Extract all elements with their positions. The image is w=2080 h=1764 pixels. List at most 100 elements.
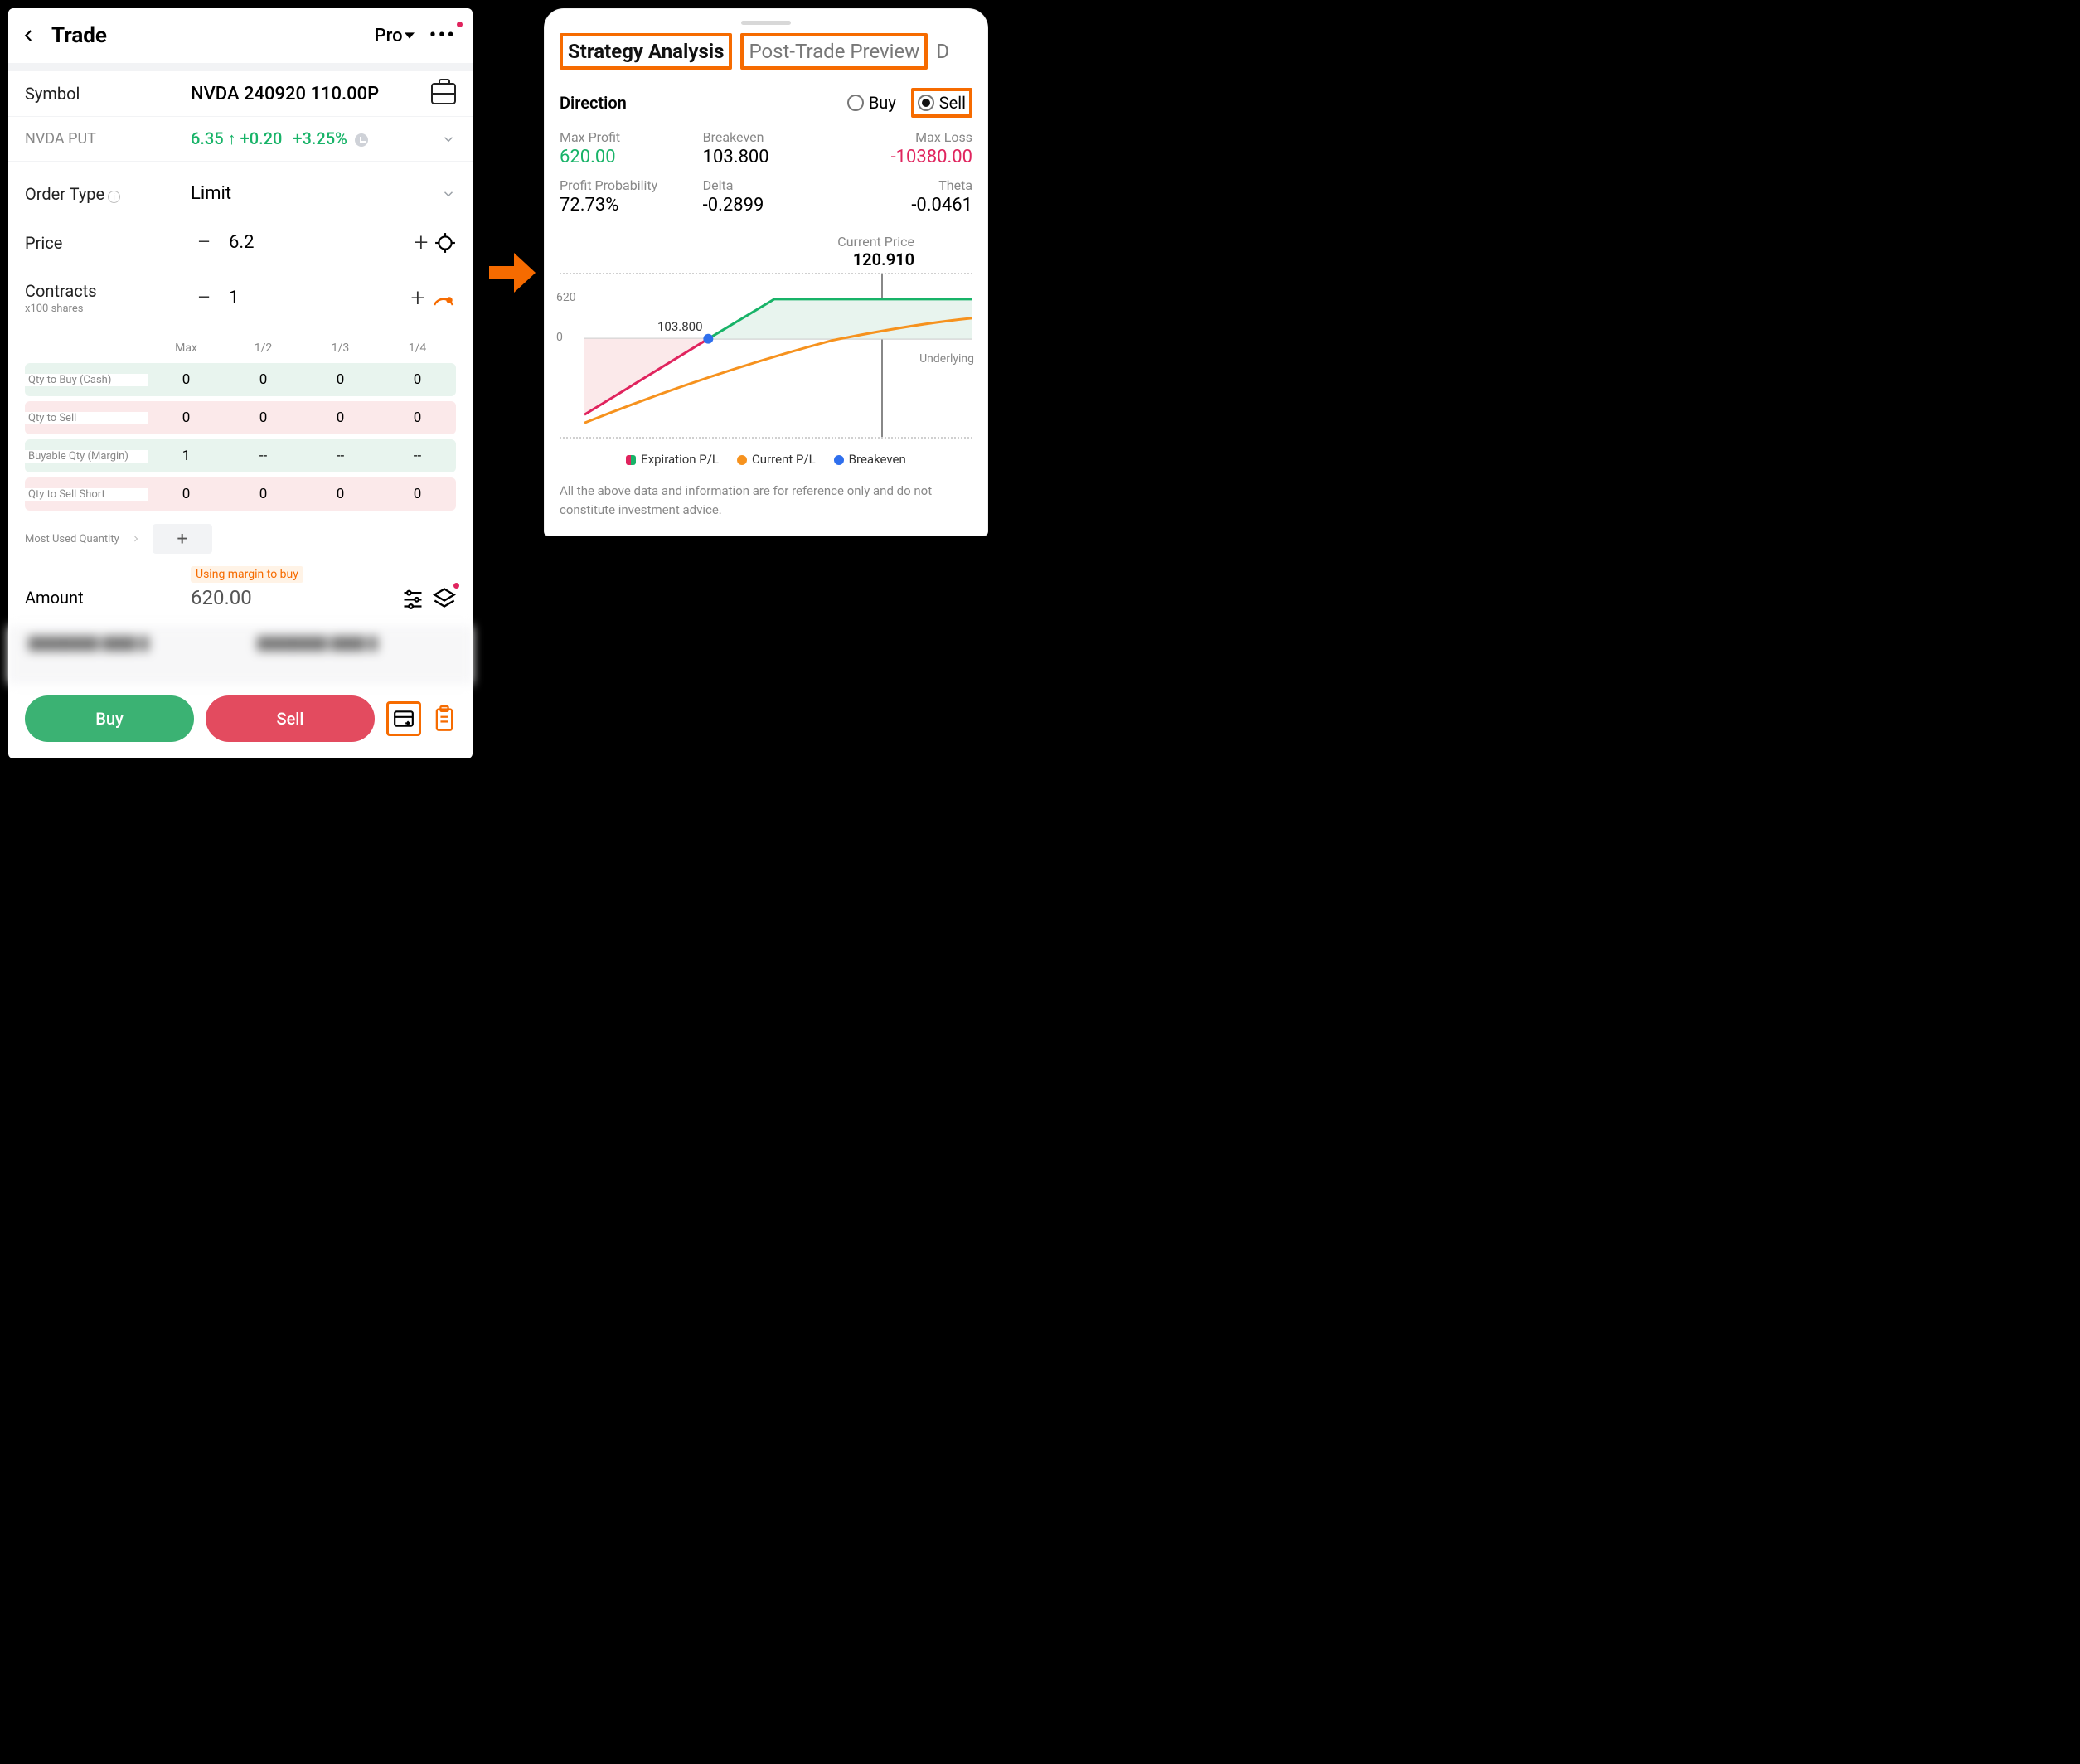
amount-value: 620.00	[191, 586, 393, 609]
qty-cell[interactable]: --	[302, 439, 379, 472]
info-icon[interactable]: i	[108, 191, 120, 203]
contracts-input[interactable]: 1	[229, 288, 393, 308]
radio-buy[interactable]	[847, 94, 864, 111]
col-max: Max	[148, 333, 225, 363]
max-loss-label: Max Loss	[837, 129, 972, 145]
strategy-panel: Strategy Analysis Post-Trade Preview D D…	[544, 8, 988, 536]
qty-row-label: Qty to Sell	[25, 412, 148, 424]
price-input[interactable]: 6.2	[229, 232, 396, 253]
ytick-620: 620	[556, 291, 576, 304]
order-type-value[interactable]: Limit	[191, 183, 441, 204]
qty-cell[interactable]: 0	[302, 401, 379, 434]
back-icon[interactable]	[22, 28, 36, 43]
contracts-sublabel: x100 shares	[25, 303, 191, 315]
minus-button[interactable]: −	[191, 284, 217, 313]
breakeven-label: Breakeven	[703, 129, 838, 145]
layers-icon[interactable]	[433, 586, 456, 609]
disclaimer: All the above data and information are f…	[560, 482, 972, 519]
max-loss-value: -10380.00	[837, 147, 972, 167]
chevron-down-icon[interactable]	[441, 187, 456, 201]
arrow-up-icon: ↑	[228, 128, 240, 148]
most-used-label: Most Used Quantity	[25, 533, 119, 545]
symbol-value: NVDA 240920 110.00P	[191, 84, 431, 104]
col-quarter: 1/4	[379, 333, 456, 363]
tab-post-trade-preview[interactable]: Post-Trade Preview	[740, 33, 928, 70]
tab-strategy-analysis[interactable]: Strategy Analysis	[560, 33, 732, 70]
sell-button[interactable]: Sell	[206, 695, 375, 742]
order-type-label: Order Typei	[25, 184, 191, 204]
briefcase-icon[interactable]	[431, 83, 456, 104]
qty-cell[interactable]: 0	[302, 477, 379, 511]
qty-row: Buyable Qty (Margin)1------	[25, 439, 456, 472]
price-label: Price	[25, 233, 191, 253]
minus-button[interactable]: −	[191, 228, 217, 257]
price-pct: +3.25%	[293, 128, 347, 148]
qty-cell[interactable]: 0	[148, 401, 225, 434]
qty-cell[interactable]: 0	[148, 363, 225, 396]
gauge-icon[interactable]	[431, 288, 456, 308]
notification-dot	[457, 22, 463, 27]
qty-cell[interactable]: --	[225, 439, 302, 472]
qty-cell[interactable]: 0	[379, 477, 456, 511]
legend-expiration: Expiration P/L	[626, 452, 719, 467]
plus-button[interactable]: +	[408, 228, 434, 257]
sliders-icon[interactable]	[401, 586, 424, 609]
qty-cell[interactable]: --	[379, 439, 456, 472]
qty-cell[interactable]: 0	[225, 363, 302, 396]
plus-button[interactable]: +	[405, 284, 431, 313]
pl-chart: 620 0 103.800 Underlying	[560, 273, 972, 439]
trade-panel: Trade Pro ••• Symbol NVDA 240920 110.00P…	[8, 8, 473, 758]
qty-row-label: Qty to Sell Short	[25, 488, 148, 501]
ytick-0: 0	[556, 331, 563, 344]
contracts-label: Contracts	[25, 281, 191, 301]
chevron-down-icon[interactable]	[441, 132, 456, 147]
qty-cell[interactable]: 0	[379, 401, 456, 434]
qty-cell[interactable]: 0	[225, 401, 302, 434]
qty-cell[interactable]: 1	[148, 439, 225, 472]
target-icon[interactable]	[434, 232, 456, 254]
radio-sell[interactable]	[918, 94, 934, 111]
price-change: +0.20	[240, 128, 283, 148]
symbol-name: NVDA PUT	[25, 130, 191, 148]
chart-legend: Expiration P/L Current P/L Breakeven	[560, 452, 972, 467]
qty-cell[interactable]: 0	[225, 477, 302, 511]
more-icon[interactable]: •••	[429, 23, 456, 48]
quantity-table: Max 1/2 1/3 1/4 Qty to Buy (Cash)0000Qty…	[8, 327, 473, 519]
drag-handle[interactable]	[741, 21, 791, 25]
page-title: Trade	[51, 23, 375, 48]
buy-button[interactable]: Buy	[25, 695, 194, 742]
blurred-info: ████████ ████ █████████ ████ █	[8, 626, 473, 684]
max-profit-label: Max Profit	[560, 129, 695, 145]
legend-breakeven: Breakeven	[834, 452, 906, 467]
col-half: 1/2	[225, 333, 302, 363]
clipboard-icon[interactable]	[433, 705, 456, 732]
legend-current: Current P/L	[737, 452, 816, 467]
col-third: 1/3	[302, 333, 379, 363]
chart-svg	[584, 274, 972, 439]
qty-row-label: Buyable Qty (Margin)	[25, 450, 148, 463]
clock-icon	[355, 133, 368, 147]
theta-value: -0.0461	[837, 195, 972, 216]
arrow-right-icon	[489, 248, 536, 298]
breakeven-value: 103.800	[703, 147, 838, 167]
margin-tag: Using margin to buy	[191, 566, 303, 583]
chevron-down-icon	[405, 31, 415, 41]
radio-buy-label[interactable]: Buy	[869, 93, 896, 113]
symbol-label: Symbol	[25, 84, 191, 104]
qty-row-label: Qty to Buy (Cash)	[25, 374, 148, 386]
delta-label: Delta	[703, 177, 838, 193]
qty-cell[interactable]: 0	[302, 363, 379, 396]
qty-row: Qty to Sell Short0000	[25, 477, 456, 511]
delta-value: -0.2899	[703, 195, 838, 216]
card-icon[interactable]	[386, 701, 421, 736]
qty-row: Qty to Buy (Cash)0000	[25, 363, 456, 396]
mode-switch[interactable]: Pro	[375, 26, 415, 46]
qty-cell[interactable]: 0	[379, 363, 456, 396]
direction-label: Direction	[560, 93, 847, 113]
add-quantity-button[interactable]: +	[153, 524, 212, 554]
profit-prob-value: 72.73%	[560, 195, 695, 216]
tab-cutoff: D	[936, 40, 949, 63]
current-price-value: 120.910	[560, 250, 914, 269]
radio-sell-label[interactable]: Sell	[939, 93, 966, 113]
qty-cell[interactable]: 0	[148, 477, 225, 511]
